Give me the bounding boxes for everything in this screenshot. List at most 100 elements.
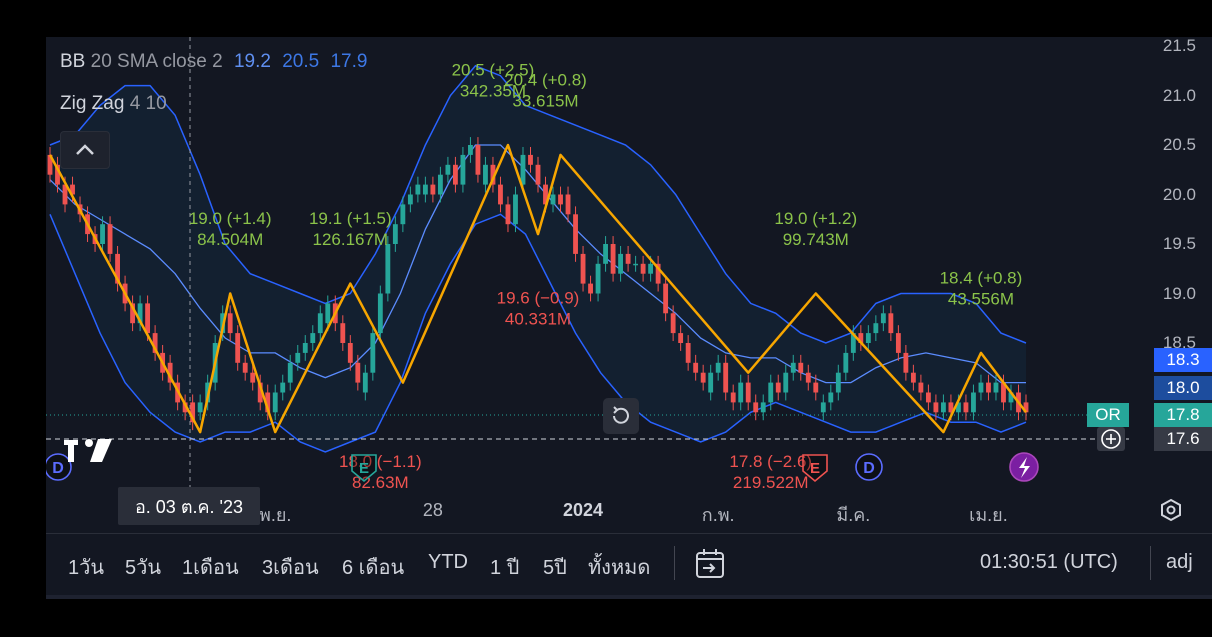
bb-basis-value: 19.2 xyxy=(233,51,271,72)
reset-chart-button[interactable] xyxy=(603,398,639,434)
range-button[interactable]: 6 เดือน xyxy=(342,551,404,583)
candle-body xyxy=(107,224,113,254)
candle-body xyxy=(415,184,421,195)
price-axis-tick: 20.5 xyxy=(1162,135,1196,154)
candle-body xyxy=(753,402,759,413)
candle-body xyxy=(483,164,488,185)
candle-body xyxy=(640,263,646,274)
candle-body xyxy=(197,402,203,413)
add-alert-button[interactable] xyxy=(1097,427,1125,451)
zigzag-label-volume: 126.167M xyxy=(312,230,388,249)
bb-lower-value: 17.9 xyxy=(330,51,368,72)
range-button[interactable]: 5วัน xyxy=(125,551,161,583)
candle-body xyxy=(573,214,578,254)
candle-body xyxy=(873,323,879,334)
candle-body xyxy=(377,293,383,334)
candle-body xyxy=(835,372,841,393)
toolbar-divider xyxy=(1150,546,1151,580)
candle-body xyxy=(505,204,511,225)
candle-body xyxy=(325,303,331,324)
range-button[interactable]: 5ปี xyxy=(543,551,567,583)
plus-circle-icon xyxy=(1101,429,1121,449)
candle-body xyxy=(227,313,233,334)
candle-body xyxy=(595,263,601,294)
crosshair-date-label: อ. 03 ต.ค. '23 xyxy=(118,487,260,525)
zigzag-label-price: 19.6 (−0.9) xyxy=(497,288,580,307)
time-axis-tick: 28 xyxy=(422,500,443,520)
bottom-strip xyxy=(46,595,1212,599)
candle-body xyxy=(986,382,991,393)
candle-body xyxy=(235,333,241,363)
candle-body xyxy=(805,372,811,383)
zigzag-label-volume: 40.331M xyxy=(505,309,571,328)
candle-body xyxy=(250,372,256,383)
candle-body xyxy=(633,263,639,266)
zigzag-legend[interactable]: Zig Zag 4 10 xyxy=(60,93,167,115)
candle-body xyxy=(355,362,361,383)
candle-body xyxy=(385,244,391,294)
candle-body xyxy=(535,164,541,185)
candle-body xyxy=(362,372,368,393)
candle-body xyxy=(445,164,451,175)
candle-body xyxy=(933,402,939,413)
bb-basis-tag: 18.0 xyxy=(1154,376,1212,400)
adj-toggle[interactable]: adj xyxy=(1166,551,1193,574)
candle-body xyxy=(715,362,721,373)
range-button[interactable]: YTD xyxy=(428,551,468,574)
range-button[interactable]: 1 ปี xyxy=(490,551,519,583)
candle-body xyxy=(242,362,248,373)
goto-date-button[interactable] xyxy=(694,547,728,581)
candle-body xyxy=(918,382,924,393)
price-axis-tick: 19.0 xyxy=(1162,283,1196,303)
candle-body xyxy=(603,244,608,264)
range-button[interactable]: ทั้งหมด xyxy=(588,551,650,583)
candle-body xyxy=(745,382,751,403)
candle-body xyxy=(565,194,571,215)
zigzag-label-volume: 43.556M xyxy=(948,290,1014,309)
chart-settings-button[interactable] xyxy=(1158,497,1184,523)
candle-body xyxy=(798,362,804,373)
candle-body xyxy=(865,333,871,343)
time-axis-tick: 2024 xyxy=(563,500,604,520)
candle-body xyxy=(610,244,616,274)
collapse-legend-button[interactable] xyxy=(60,131,110,169)
candle-body xyxy=(963,402,969,413)
range-button[interactable]: 1เดือน xyxy=(182,551,239,583)
candle-body xyxy=(287,362,293,383)
candle-body xyxy=(280,382,286,393)
tradingview-logo xyxy=(64,439,112,462)
candle-body xyxy=(498,184,503,205)
candle-body xyxy=(790,362,796,373)
zigzag-label-price: 19.0 (+1.4) xyxy=(189,209,272,228)
candle-body xyxy=(475,145,481,175)
candle-body xyxy=(558,194,563,205)
bb-legend[interactable]: BB 20 SMA close 2 19.2 20.5 17.9 xyxy=(60,51,367,73)
zigzag-label-volume: 219.522M xyxy=(733,473,809,492)
candle-body xyxy=(783,372,789,393)
zigzag-label-price: 18.4 (+0.8) xyxy=(940,269,1023,288)
price-axis-tick: 19.5 xyxy=(1162,234,1196,253)
settings-icon xyxy=(1161,498,1181,522)
range-button[interactable]: 3เดือน xyxy=(262,551,319,583)
candle-body xyxy=(940,402,946,413)
candle-body xyxy=(580,253,586,284)
time-axis-tick: ก.พ. xyxy=(701,505,735,525)
candle-body xyxy=(993,382,999,393)
price-chart[interactable]: 19.0 (+1.4) 84.504M 19.1 (+1.5) 126.167M 20.… xyxy=(46,37,1212,533)
candle-body xyxy=(100,224,105,244)
candle-body xyxy=(663,283,669,314)
candle-body xyxy=(888,313,894,334)
price-axis-tick: 21.5 xyxy=(1162,37,1196,55)
candle-body xyxy=(880,313,886,324)
zigzag-label-volume: 99.743M xyxy=(783,230,849,249)
svg-text:E: E xyxy=(810,460,820,477)
clock-display[interactable]: 01:30:51 (UTC) xyxy=(980,551,1118,574)
range-button[interactable]: 1วัน xyxy=(68,551,104,583)
candle-body xyxy=(520,154,526,185)
candle-body xyxy=(768,382,774,403)
candle-body xyxy=(392,224,398,244)
candle-body xyxy=(625,253,631,264)
candle-body xyxy=(730,392,736,403)
candle-body xyxy=(760,402,766,413)
candle-body xyxy=(468,145,473,155)
